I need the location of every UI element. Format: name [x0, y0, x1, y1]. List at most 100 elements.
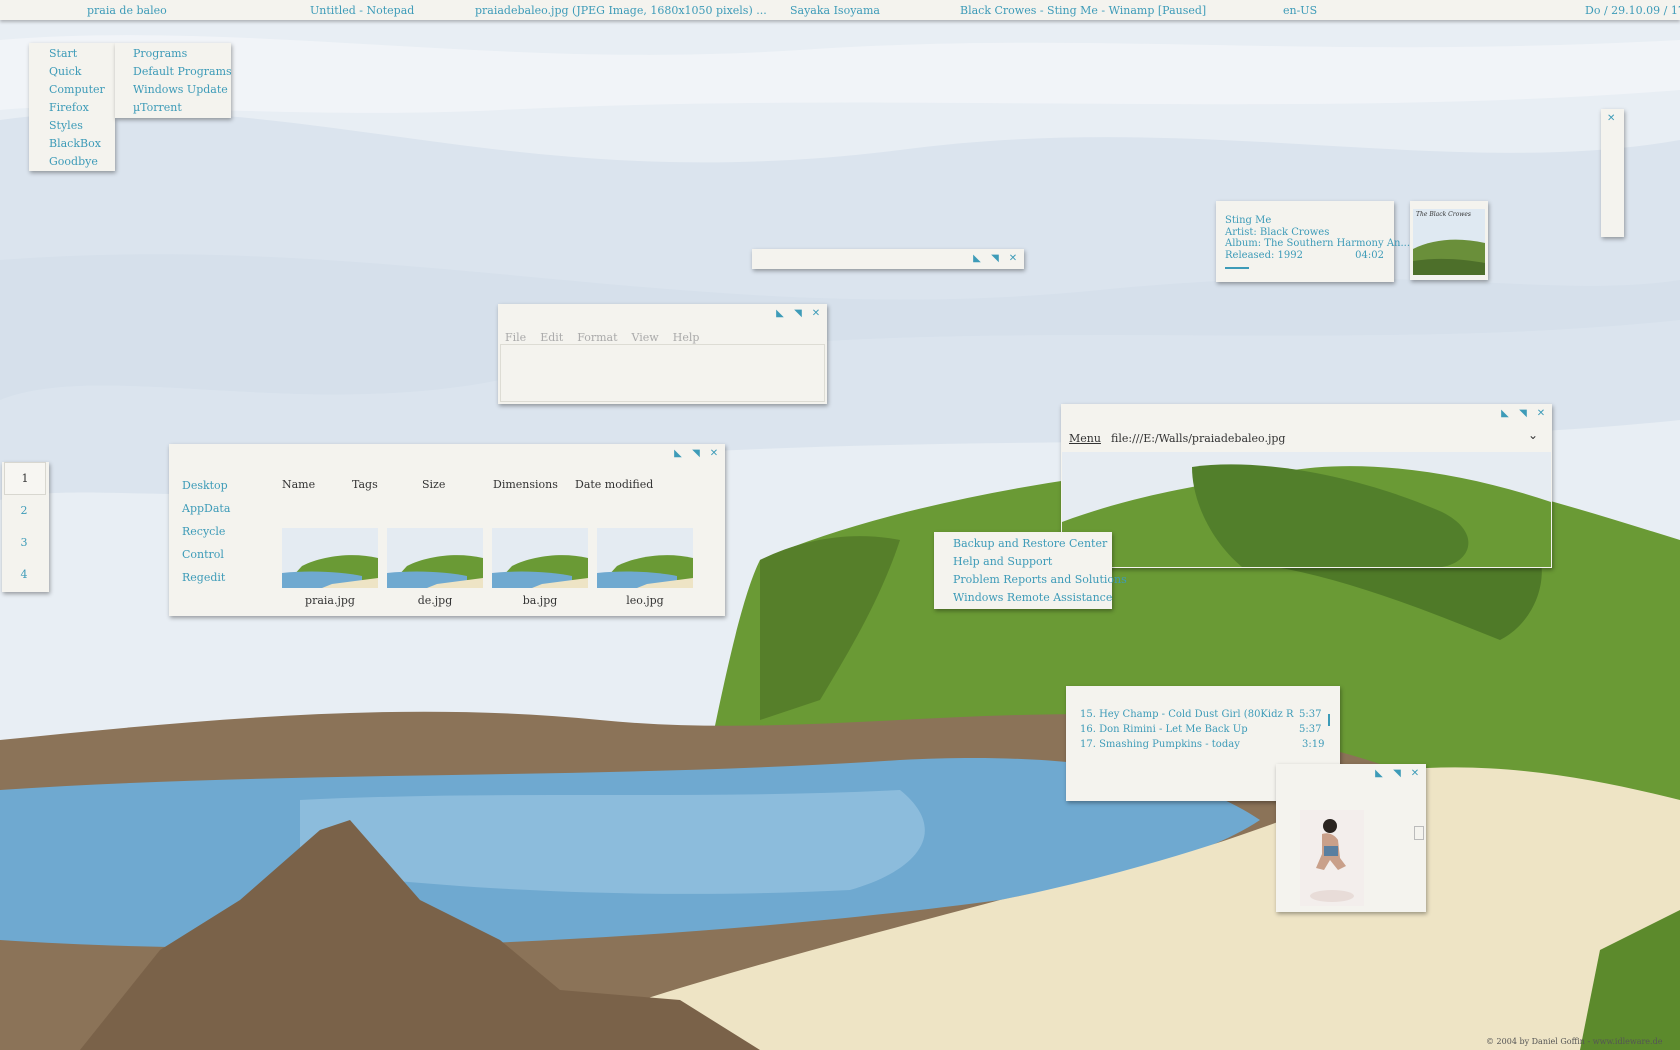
taskbar-item-language[interactable]: en-US — [1283, 4, 1317, 17]
photo-viewer-window: ◣ ◥ ✕ — [1276, 764, 1426, 912]
column-size[interactable]: Size — [422, 478, 445, 491]
track-progress-fill — [1225, 267, 1249, 269]
notepad-menu-file[interactable]: File — [505, 331, 526, 344]
start-menu-styles[interactable]: Styles — [49, 119, 83, 132]
playlist-item-16[interactable]: 16. Don Rimini - Let Me Back Up — [1080, 724, 1248, 735]
close-icon[interactable]: ✕ — [1607, 113, 1615, 124]
submenu-utorrent[interactable]: µTorrent — [133, 101, 182, 114]
thumbnail-praia[interactable] — [282, 528, 378, 588]
menu-help-support[interactable]: Help and Support — [953, 555, 1052, 568]
playlist-scrollbar[interactable] — [1328, 714, 1330, 726]
notepad-window: ◣ ◥ ✕ File Edit Format View Help — [498, 304, 827, 404]
file-label-de: de.jpg — [417, 594, 453, 607]
browser-address-bar[interactable]: file:///E:/Walls/praiadebaleo.jpg — [1111, 432, 1285, 445]
start-menu-start[interactable]: Start — [49, 47, 77, 60]
submenu-windows-update[interactable]: Windows Update — [133, 83, 228, 96]
notepad-menu-view[interactable]: View — [632, 331, 659, 344]
track-progress-bar[interactable] — [1225, 267, 1383, 269]
start-menu-goodbye[interactable]: Goodbye — [49, 155, 98, 168]
nav-control[interactable]: Control — [182, 548, 224, 561]
minimize-icon[interactable]: ◣ — [972, 253, 982, 264]
close-icon[interactable]: ✕ — [709, 448, 719, 459]
workspace-3[interactable]: 3 — [4, 527, 44, 558]
playlist-item-17[interactable]: 17. Smashing Pumpkins - today — [1080, 739, 1240, 750]
minimize-icon[interactable]: ◣ — [1374, 768, 1384, 779]
taskbar-item-desktop[interactable]: praia de baleo — [87, 4, 167, 17]
menu-remote-assistance[interactable]: Windows Remote Assistance — [953, 591, 1112, 604]
side-window: ✕ — [1601, 109, 1624, 237]
maximize-icon[interactable]: ◥ — [691, 448, 701, 459]
notepad-menubar: File Edit Format View Help — [505, 326, 713, 345]
column-dimensions[interactable]: Dimensions — [493, 478, 558, 491]
taskbar-item-notepad[interactable]: Untitled - Notepad — [310, 4, 414, 17]
close-icon[interactable]: ✕ — [1410, 768, 1420, 779]
track-album: Album: The Southern Harmony An... — [1225, 238, 1411, 249]
photo-scrollbar-thumb[interactable] — [1414, 826, 1424, 840]
browser-image-view — [1062, 452, 1551, 567]
playlist-item-15[interactable]: 15. Hey Champ - Cold Dust Girl (80Kidz R… — [1080, 709, 1294, 720]
start-menu-computer[interactable]: Computer — [49, 83, 105, 96]
menu-problem-reports[interactable]: Problem Reports and Solutions — [953, 573, 1127, 586]
help-context-menu: Backup and Restore Center Help and Suppo… — [934, 532, 1127, 609]
taskbar-item-image[interactable]: praiadebaleo.jpg (JPEG Image, 1680x1050 … — [475, 4, 767, 17]
wallpaper-credit: © 2004 by Daniel Goffin - www.idleware.d… — [1486, 1037, 1663, 1046]
close-icon[interactable]: ✕ — [1536, 408, 1546, 419]
track-title: Sting Me — [1225, 215, 1272, 226]
album-cover-image — [1413, 209, 1485, 275]
close-icon[interactable]: ✕ — [1008, 253, 1018, 264]
start-submenu: Programs Default Programs Windows Update… — [115, 43, 232, 118]
music-info-panel: Sting Me Artist: Black Crowes Album: The… — [1216, 201, 1410, 282]
workspace-1[interactable]: 1 — [4, 462, 46, 495]
start-menu-firefox[interactable]: Firefox — [49, 101, 89, 114]
maximize-icon[interactable]: ◥ — [1518, 408, 1528, 419]
file-label-ba: ba.jpg — [522, 594, 558, 607]
browser-menu-button[interactable]: Menu — [1069, 432, 1101, 445]
address-dropdown-icon[interactable]: ⌄ — [1528, 428, 1538, 442]
track-released: Released: 1992 — [1225, 250, 1303, 261]
nav-regedit[interactable]: Regedit — [182, 571, 225, 584]
maximize-icon[interactable]: ◥ — [793, 308, 803, 319]
thumbnail-ba[interactable] — [492, 528, 588, 588]
notepad-menu-edit[interactable]: Edit — [540, 331, 563, 344]
minimize-icon[interactable]: ◣ — [673, 448, 683, 459]
column-tags[interactable]: Tags — [352, 478, 378, 491]
photo-image — [1300, 810, 1364, 906]
notepad-menu-format[interactable]: Format — [577, 331, 617, 344]
taskbar-clock: Do / 29.10.09 / 17:41 — [1585, 4, 1680, 17]
file-label-praia: praia.jpg — [305, 594, 355, 607]
submenu-programs[interactable]: Programs — [133, 47, 187, 60]
track-time: 04:02 — [1355, 250, 1384, 261]
taskbar-item-winamp[interactable]: Black Crowes - Sting Me - Winamp [Paused… — [960, 4, 1206, 17]
start-menu-blackbox[interactable]: BlackBox — [49, 137, 101, 150]
submenu-default-programs[interactable]: Default Programs — [133, 65, 232, 78]
album-cover-caption: The Black Crowes — [1416, 211, 1471, 218]
close-icon[interactable]: ✕ — [811, 308, 821, 319]
taskbar-item-sayaka[interactable]: Sayaka Isoyama — [790, 4, 880, 17]
track-artist: Artist: Black Crowes — [1225, 227, 1330, 238]
nav-appdata[interactable]: AppData — [182, 502, 230, 515]
maximize-icon[interactable]: ◥ — [1392, 768, 1402, 779]
file-label-leo: leo.jpg — [626, 594, 664, 607]
column-date-modified[interactable]: Date modified — [575, 478, 653, 491]
playlist-time-17: 3:19 — [1302, 739, 1325, 750]
menu-backup-restore[interactable]: Backup and Restore Center — [953, 537, 1107, 550]
notepad-menu-help[interactable]: Help — [673, 331, 700, 344]
thumbnail-leo[interactable] — [597, 528, 693, 588]
minimize-icon[interactable]: ◣ — [1500, 408, 1510, 419]
nav-recycle[interactable]: Recycle — [182, 525, 225, 538]
workspace-4[interactable]: 4 — [4, 559, 44, 590]
start-menu-quick[interactable]: Quick — [49, 65, 81, 78]
start-menu: Start Quick Computer Firefox Styles Blac… — [29, 43, 115, 171]
thumbnail-de[interactable] — [387, 528, 483, 588]
browser-window: ◣ ◥ ✕ Menu file:///E:/Walls/praiadebaleo… — [1061, 404, 1552, 568]
maximize-icon[interactable]: ◥ — [990, 253, 1000, 264]
workspace-pager: 1 2 3 4 — [2, 462, 49, 592]
explorer-window: ◣ ◥ ✕ Desktop AppData Recycle Control Re… — [169, 444, 725, 616]
playlist-time-15: 5:37 — [1299, 709, 1322, 720]
minimize-icon[interactable]: ◣ — [775, 308, 785, 319]
notepad-text-area[interactable] — [500, 344, 825, 402]
nav-desktop[interactable]: Desktop — [182, 479, 228, 492]
workspace-2[interactable]: 2 — [4, 495, 44, 526]
taskbar: praia de baleo Untitled - Notepad praiad… — [0, 0, 1680, 20]
column-name[interactable]: Name — [282, 478, 315, 491]
